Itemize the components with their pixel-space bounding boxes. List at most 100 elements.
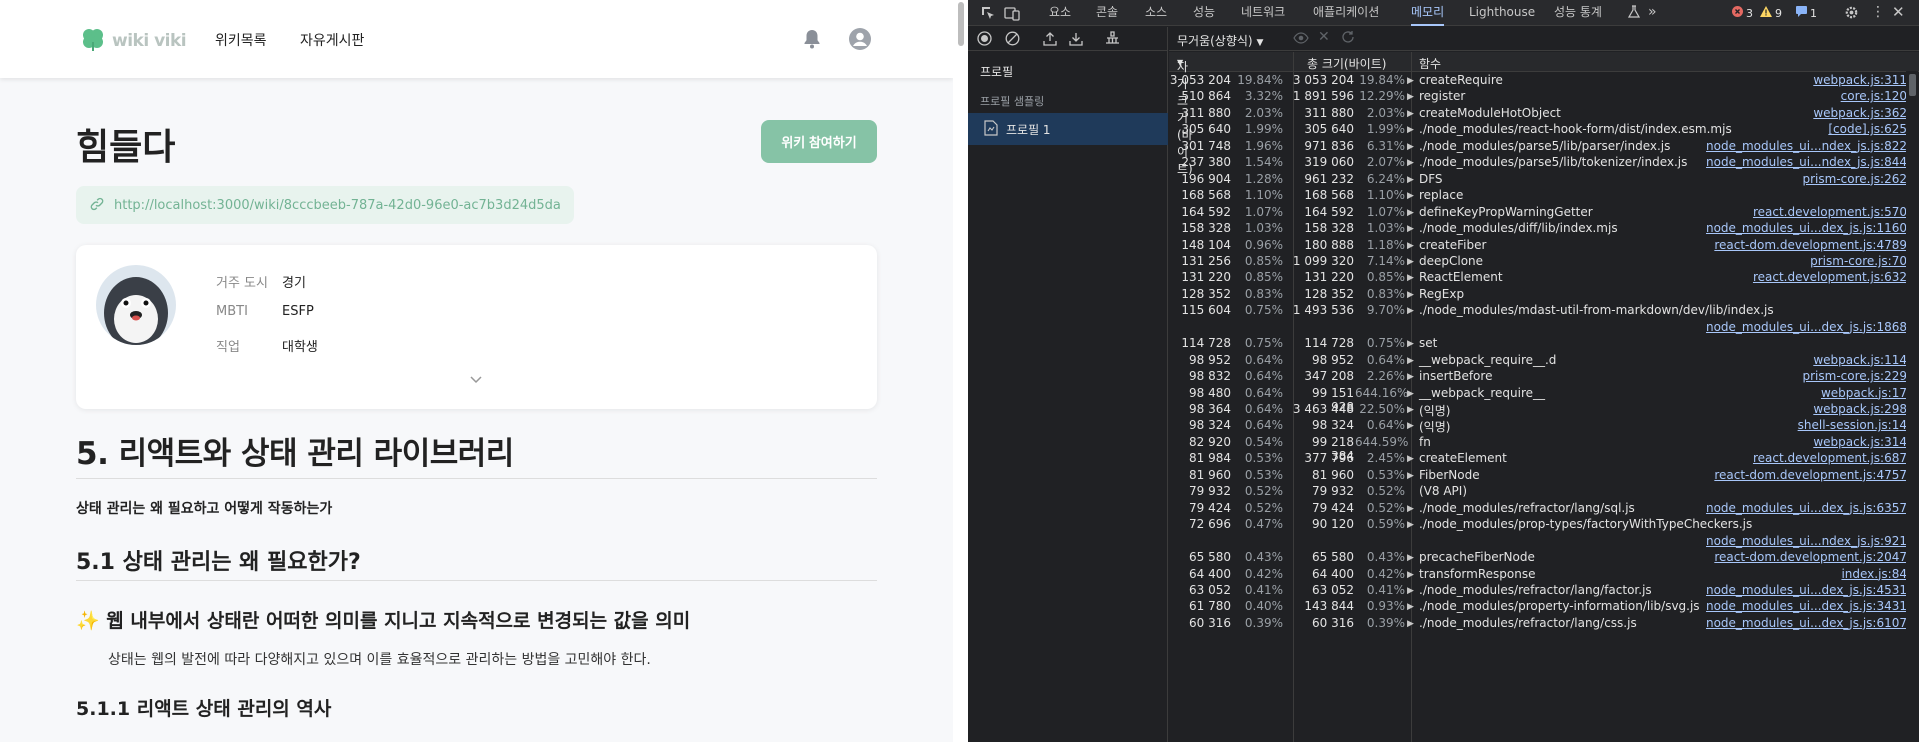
device-toolbar-icon[interactable]: [1004, 5, 1020, 24]
expand-triangle-icon[interactable]: ▶: [1407, 191, 1414, 201]
source-link[interactable]: webpack.js:314: [1813, 435, 1907, 449]
source-link[interactable]: react.development.js:687: [1753, 451, 1907, 465]
download-icon[interactable]: [1069, 31, 1083, 49]
source-link[interactable]: index.js:84: [1841, 567, 1907, 581]
tab-sources[interactable]: 소스: [1145, 0, 1167, 26]
expand-triangle-icon[interactable]: ▶: [1407, 76, 1414, 86]
expand-triangle-icon[interactable]: ▶: [1407, 405, 1414, 415]
source-link[interactable]: react-dom.development.js:4789: [1714, 238, 1907, 252]
expand-triangle-icon[interactable]: ▶: [1407, 92, 1414, 102]
source-link[interactable]: prism-core.js:70: [1810, 254, 1907, 268]
expand-triangle-icon[interactable]: ▶: [1407, 290, 1414, 300]
expand-triangle-icon[interactable]: ▶: [1407, 158, 1414, 168]
expand-triangle-icon[interactable]: ▶: [1407, 224, 1414, 234]
join-wiki-button[interactable]: 위키 참여하기: [761, 120, 877, 163]
expand-triangle-icon[interactable]: ▶: [1407, 421, 1414, 431]
source-link[interactable]: react.development.js:570: [1753, 205, 1907, 219]
source-link[interactable]: webpack.js:362: [1813, 106, 1907, 120]
expand-triangle-icon[interactable]: ▶: [1407, 241, 1414, 251]
expand-triangle-icon[interactable]: ▶: [1407, 586, 1414, 596]
inspect-element-icon[interactable]: [980, 5, 996, 24]
source-link[interactable]: node_modules_ui...dex_js.js:6357: [1706, 501, 1907, 515]
tab-performance[interactable]: 성능: [1193, 0, 1215, 26]
source-link[interactable]: node_modules_ui...dex_js.js:3431: [1706, 599, 1907, 613]
settings-gear-icon[interactable]: [1844, 5, 1859, 23]
warning-count-badge[interactable]: 9: [1760, 6, 1782, 20]
source-link[interactable]: react-dom.development.js:2047: [1714, 550, 1907, 564]
column-function[interactable]: 함수: [1419, 55, 1441, 72]
expand-chevron-down-icon[interactable]: [469, 370, 483, 389]
source-link[interactable]: [code].js:625: [1828, 122, 1907, 136]
source-link[interactable]: node_modules_ui...dex_js.js:6107: [1706, 616, 1907, 630]
profile-1-item[interactable]: 프로필 1: [968, 113, 1168, 145]
source-link[interactable]: node_modules_ui...ndex_js.js:844: [1706, 155, 1907, 169]
upload-icon[interactable]: [1043, 31, 1057, 49]
source-link[interactable]: node_modules_ui...dex_js.js:1160: [1706, 221, 1907, 235]
info-count-badge[interactable]: 1: [1796, 6, 1817, 20]
source-link[interactable]: shell-session.js:14: [1798, 418, 1907, 432]
expand-triangle-icon[interactable]: ▶: [1407, 142, 1414, 152]
expand-triangle-icon[interactable]: ▶: [1407, 306, 1414, 316]
tab-network[interactable]: 네트워크: [1241, 0, 1285, 26]
expand-triangle-icon[interactable]: ▶: [1407, 570, 1414, 580]
expand-triangle-icon[interactable]: ▶: [1407, 273, 1414, 283]
devtools-scrollbar-thumb[interactable]: [1909, 74, 1916, 96]
error-count-badge[interactable]: 3: [1732, 6, 1753, 20]
record-icon[interactable]: [977, 31, 992, 49]
expand-triangle-icon[interactable]: ▶: [1407, 520, 1414, 530]
expand-triangle-icon[interactable]: ▶: [1407, 339, 1414, 349]
tab-application[interactable]: 애플리케이션: [1313, 0, 1379, 26]
clear-all-icon[interactable]: [1005, 31, 1020, 49]
tab-elements[interactable]: 요소: [1049, 0, 1071, 26]
source-link[interactable]: webpack.js:311: [1813, 73, 1907, 87]
tab-lighthouse[interactable]: Lighthouse: [1469, 0, 1535, 26]
exclude-x-icon[interactable]: ✕: [1318, 29, 1330, 45]
expand-triangle-icon[interactable]: ▶: [1407, 356, 1414, 366]
source-link[interactable]: react.development.js:632: [1753, 270, 1907, 284]
expand-triangle-icon[interactable]: ▶: [1407, 389, 1414, 399]
nav-free-board[interactable]: 자유게시판: [300, 30, 364, 50]
devtools-scrollbar[interactable]: [1906, 71, 1918, 742]
source-link[interactable]: webpack.js:114: [1813, 353, 1907, 367]
expand-triangle-icon[interactable]: ▶: [1407, 109, 1414, 119]
expand-triangle-icon[interactable]: ▶: [1407, 471, 1414, 481]
expand-triangle-icon[interactable]: ▶: [1407, 553, 1414, 563]
notification-bell-icon[interactable]: [800, 27, 824, 55]
more-tabs-chevron-icon[interactable]: »: [1648, 4, 1657, 20]
expand-triangle-icon[interactable]: ▶: [1407, 454, 1414, 464]
tab-performance-insights[interactable]: 성능 통계: [1554, 0, 1602, 26]
column-total-size[interactable]: 총 크기(바이트): [1307, 55, 1386, 72]
page-scrollbar[interactable]: [953, 0, 968, 742]
logo[interactable]: wiki viki: [80, 26, 187, 56]
expand-triangle-icon[interactable]: ▶: [1407, 619, 1414, 629]
focus-eye-icon[interactable]: [1293, 31, 1309, 48]
source-link[interactable]: node_modules_ui...ndex_js.js:921: [1706, 534, 1907, 548]
page-scrollbar-thumb[interactable]: [958, 2, 964, 46]
collect-garbage-icon[interactable]: [1105, 31, 1120, 49]
wiki-url-box[interactable]: http://localhost:3000/wiki/8cccbeeb-787a…: [76, 186, 574, 224]
tab-memory[interactable]: 메모리: [1411, 0, 1445, 26]
expand-triangle-icon[interactable]: ▶: [1407, 602, 1414, 612]
source-link[interactable]: prism-core.js:262: [1803, 172, 1908, 186]
expand-triangle-icon[interactable]: ▶: [1407, 372, 1414, 382]
expand-triangle-icon[interactable]: ▶: [1407, 504, 1414, 514]
view-mode-select[interactable]: 무거움(상향식) ▼: [1177, 32, 1263, 49]
source-link[interactable]: core.js:120: [1841, 89, 1907, 103]
source-link[interactable]: webpack.js:17: [1821, 386, 1907, 400]
source-link[interactable]: prism-core.js:229: [1803, 369, 1908, 383]
tab-console[interactable]: 콘솔: [1096, 0, 1118, 26]
more-options-icon[interactable]: ⋮: [1871, 4, 1885, 20]
source-link[interactable]: react-dom.development.js:4757: [1714, 468, 1907, 482]
user-avatar-icon[interactable]: [848, 27, 872, 55]
expand-triangle-icon[interactable]: ▶: [1407, 175, 1414, 185]
expand-triangle-icon[interactable]: ▶: [1407, 125, 1414, 135]
source-link[interactable]: node_modules_ui...ndex_js.js:822: [1706, 139, 1907, 153]
nav-wiki-list[interactable]: 위키목록: [215, 30, 267, 50]
source-link[interactable]: webpack.js:298: [1813, 402, 1907, 416]
expand-triangle-icon[interactable]: ▶: [1407, 208, 1414, 218]
source-link[interactable]: node_modules_ui...dex_js.js:4531: [1706, 583, 1907, 597]
close-devtools-icon[interactable]: ✕: [1892, 3, 1905, 21]
source-link[interactable]: node_modules_ui...dex_js.js:1868: [1706, 320, 1907, 334]
profile-row[interactable]: 60 316 0.39% 60 316 0.39% ▶ ./node_modules/re…: [1169, 616, 1907, 636]
restore-refresh-icon[interactable]: [1341, 30, 1355, 47]
